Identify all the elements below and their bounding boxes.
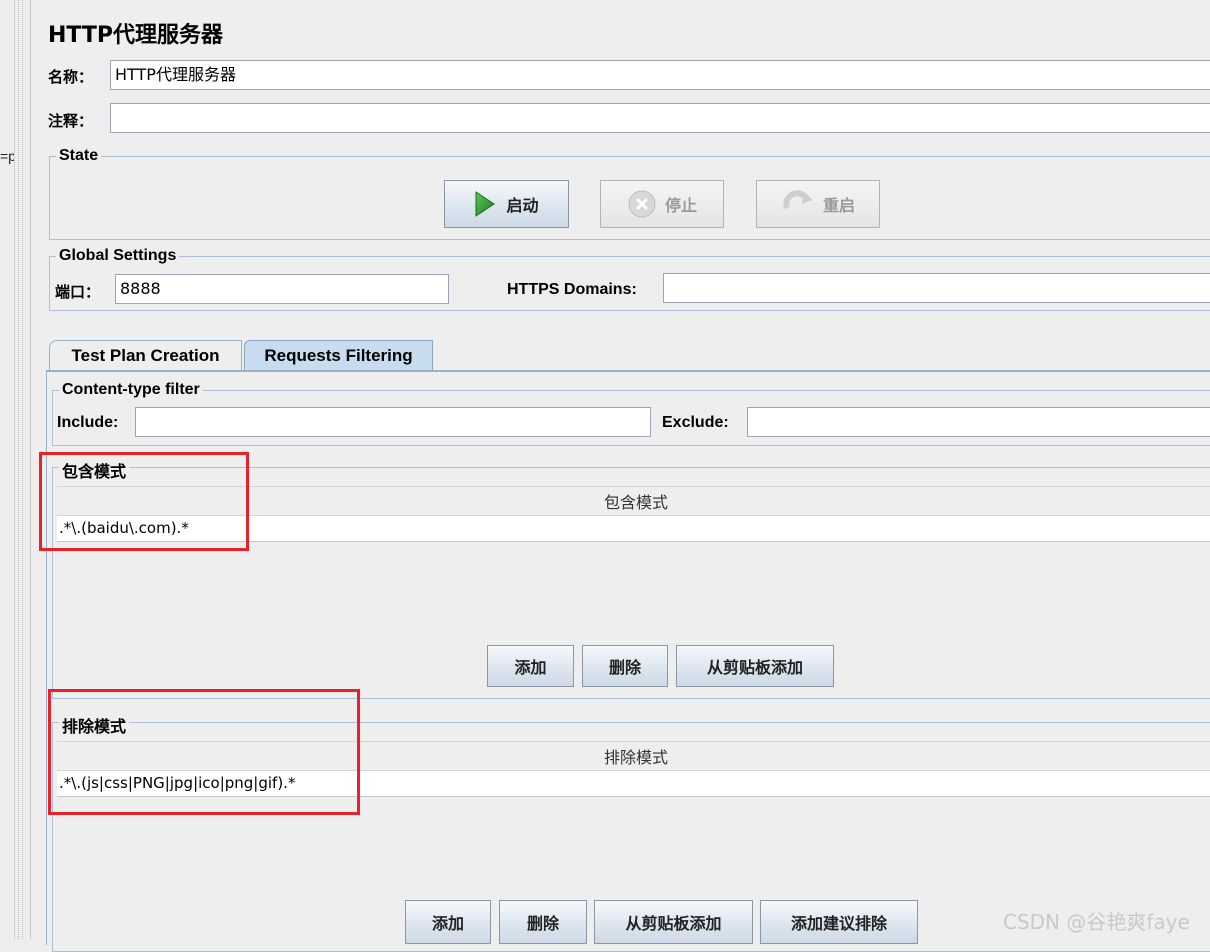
- gutter-dotted-line: [14, 0, 15, 939]
- gutter-label: =p: [0, 148, 14, 164]
- left-gutter: =p: [0, 0, 34, 939]
- comment-label: 注释：: [48, 112, 94, 130]
- start-button[interactable]: 启动: [444, 180, 569, 228]
- exclude-label: Exclude:: [662, 414, 729, 431]
- stop-label: 停止: [664, 196, 697, 215]
- watermark: CSDN @谷艳爽faye: [1003, 910, 1190, 934]
- port-label: 端口：: [55, 283, 101, 301]
- exclude-add-suggested-button[interactable]: 添加建议排除: [760, 900, 918, 944]
- play-icon: [475, 191, 496, 217]
- https-domains-field[interactable]: [663, 273, 1210, 303]
- gutter-dotted-line: [22, 0, 23, 939]
- include-highlight-box: [39, 452, 249, 551]
- include-add-button[interactable]: 添加: [487, 645, 574, 687]
- tab-test-plan-creation[interactable]: Test Plan Creation: [49, 340, 242, 370]
- tab-requests-filtering[interactable]: Requests Filtering: [244, 340, 433, 370]
- include-label: Include:: [57, 414, 119, 431]
- exclude-add-button[interactable]: 添加: [405, 900, 491, 944]
- gutter-dotted-line: [18, 0, 19, 939]
- name-label: 名称：: [48, 68, 94, 86]
- exclude-field[interactable]: [747, 407, 1210, 437]
- restart-button[interactable]: 重启: [756, 180, 880, 228]
- content-type-filter-legend: Content-type filter: [59, 381, 203, 399]
- state-legend: State: [56, 147, 102, 165]
- exclude-delete-button[interactable]: 删除: [499, 900, 587, 944]
- gutter-divider[interactable]: [30, 0, 31, 939]
- restart-icon: [783, 190, 813, 210]
- global-settings-legend: Global Settings: [56, 247, 180, 265]
- include-field[interactable]: [135, 407, 651, 437]
- include-delete-button[interactable]: 删除: [582, 645, 668, 687]
- start-label: 启动: [506, 196, 539, 215]
- exclude-highlight-box: [48, 689, 360, 815]
- page-title: HTTP代理服务器: [48, 23, 224, 48]
- stop-button[interactable]: 停止: [600, 180, 724, 228]
- https-domains-label: HTTPS Domains:: [507, 281, 637, 298]
- comment-field[interactable]: [110, 103, 1210, 133]
- restart-label: 重启: [822, 196, 855, 215]
- name-field[interactable]: HTTP代理服务器: [110, 60, 1210, 90]
- include-add-from-clipboard-button[interactable]: 从剪贴板添加: [676, 645, 834, 687]
- port-field[interactable]: 8888: [115, 274, 449, 304]
- stop-icon: [628, 190, 656, 218]
- exclude-add-from-clipboard-button[interactable]: 从剪贴板添加: [594, 900, 753, 944]
